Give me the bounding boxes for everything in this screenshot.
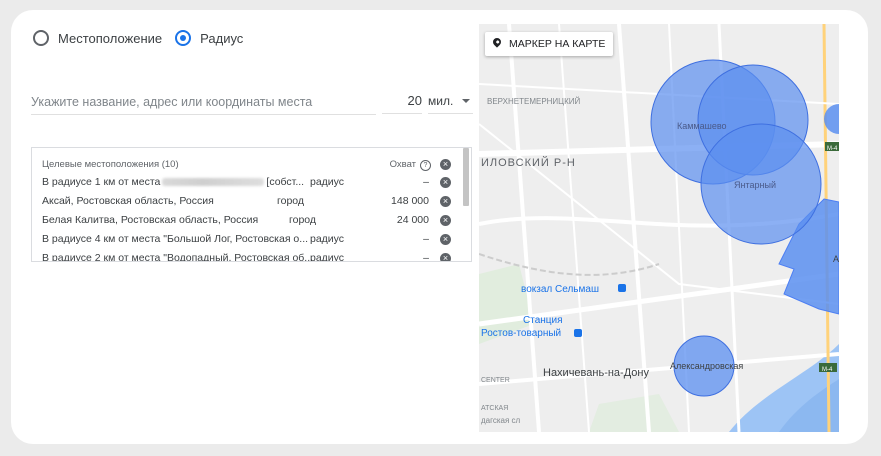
row-type: радиус [310, 252, 345, 262]
map-marker-button-label: МАРКЕР НА КАРТЕ [509, 38, 606, 50]
row-name: Аксай, Ростовская область, Россия [42, 195, 214, 207]
row-reach: – [423, 233, 429, 245]
remove-row-icon[interactable]: × [440, 196, 451, 207]
radio-location[interactable] [33, 30, 49, 46]
map-pin-icon [491, 36, 503, 48]
map-label: CENTER [481, 377, 510, 384]
map-marker-button[interactable]: МАРКЕР НА КАРТЕ [485, 32, 614, 56]
redacted-coordinates [162, 178, 265, 186]
row-reach: – [423, 252, 429, 262]
row-name-prefix: В радиусе 1 км от места [42, 176, 161, 188]
table-scrollbar[interactable] [463, 148, 469, 206]
radio-radius-label: Радиус [200, 30, 244, 46]
table-row: Белая Калитва, Ростовская область, Росси… [42, 211, 455, 230]
map-label: Станция [523, 315, 563, 326]
row-reach: – [423, 176, 429, 188]
row-name: Белая Калитва, Ростовская область, Росси… [42, 214, 259, 226]
row-reach: 24 000 [396, 214, 429, 226]
remove-row-icon[interactable]: × [440, 177, 451, 188]
train-station-icon [618, 284, 626, 292]
chevron-down-icon [462, 99, 470, 103]
radio-option-radius[interactable]: Радиус [175, 30, 243, 46]
train-station-icon [574, 329, 582, 337]
map-label: Ростов-товарный [481, 328, 561, 339]
radio-option-location[interactable]: Местоположение [33, 30, 162, 46]
row-name-suffix: [собст... [266, 176, 305, 188]
map-label: А [833, 254, 839, 264]
map-label: Каммашево [677, 121, 727, 131]
map-label: ИЛОВСКИЙ Р-Н [481, 156, 576, 169]
location-mode-radio-group: Местоположение Радиус [33, 30, 256, 46]
reach-header-label: Охват [389, 159, 416, 170]
map-view[interactable]: ВЕРХНЕТЕМЕРНИЦКИЙ ИЛОВСКИЙ Р-Н Каммашево… [479, 24, 839, 432]
target-locations-table: Целевые местоположения (10) Охват? × В р… [31, 147, 472, 262]
table-header: Целевые местоположения (10) Охват? × [42, 155, 455, 174]
table-header-title: Целевые местоположения (10) [42, 159, 179, 170]
remove-row-icon[interactable]: × [440, 215, 451, 226]
radius-unit-value: мил. [428, 94, 454, 108]
map-label: дагская сл [481, 416, 521, 425]
row-name: В радиусе 2 км от места "Водопадный, Рос… [42, 252, 314, 262]
row-type: город [277, 195, 305, 207]
map-label: АТСКАЯ [481, 405, 508, 412]
row-name: В радиусе 1 км от места [собст... [42, 173, 304, 192]
map-label: М-4 [822, 367, 833, 373]
location-search-input[interactable] [31, 90, 376, 115]
remove-row-icon[interactable]: × [440, 234, 451, 245]
radio-radius[interactable] [175, 30, 192, 46]
row-type: город [289, 214, 317, 226]
table-row: В радиусе 2 км от места "Водопадный, Рос… [42, 249, 455, 262]
table-row: Аксай, Ростовская область, Россия город … [42, 192, 455, 211]
row-type: радиус [310, 176, 345, 188]
park-area [589, 394, 679, 432]
map-label: Нахичевань-на-Дону [543, 367, 649, 379]
map-label: Янтарный [734, 180, 776, 190]
radius-unit-select[interactable]: мил. [428, 90, 473, 114]
radius-value-field[interactable]: 20 [382, 90, 422, 114]
map-canvas: ВЕРХНЕТЕМЕРНИЦКИЙ ИЛОВСКИЙ Р-Н Каммашево… [479, 24, 839, 432]
reach-header: Охват? [390, 155, 431, 174]
radio-location-label: Местоположение [58, 30, 163, 46]
map-label: Александровская [670, 361, 743, 371]
table-row: В радиусе 4 км от места "Большой Лог, Ро… [42, 230, 455, 249]
map-label: ВЕРХНЕТЕМЕРНИЦКИЙ [487, 97, 581, 106]
row-name: В радиусе 4 км от места "Большой Лог, Ро… [42, 233, 309, 245]
row-type: радиус [310, 233, 345, 245]
location-targeting-card: Местоположение Радиус 20 мил. Целевые ме… [11, 10, 868, 444]
map-label: М-4 [827, 146, 838, 152]
remove-row-icon[interactable]: × [440, 253, 451, 261]
table-row: В радиусе 1 км от места [собст... радиус … [42, 173, 455, 192]
map-label: вокзал Сельмаш [521, 284, 599, 295]
row-reach: 148 000 [391, 195, 429, 207]
remove-all-icon[interactable]: × [440, 159, 451, 170]
help-icon[interactable]: ? [420, 160, 431, 171]
